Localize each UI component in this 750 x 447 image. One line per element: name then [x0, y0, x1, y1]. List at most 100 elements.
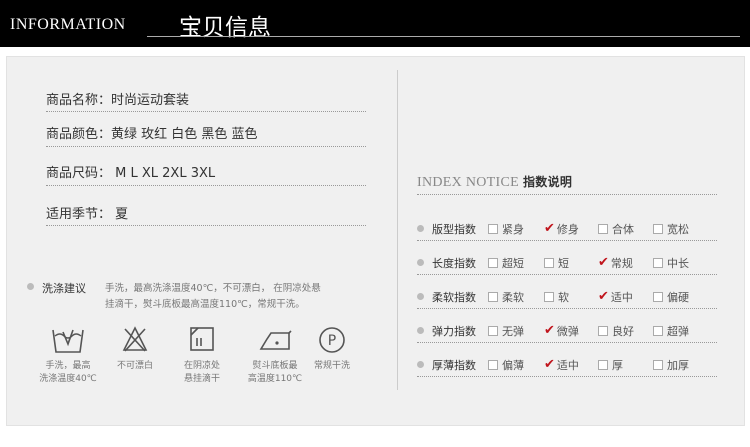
index-option-label: 柔软: [502, 291, 524, 304]
index-option: 中长: [653, 255, 689, 271]
product-color: 商品颜色：黄绿 玫红 白色 黑色 蓝色: [46, 127, 258, 142]
index-option: 宽松: [653, 221, 689, 237]
care-caption-line1: 不可漂白: [116, 361, 153, 371]
product-name: 商品名称：时尚运动套装: [46, 93, 190, 108]
index-notice-title: INDEX NOTICE 指数说明: [417, 173, 572, 191]
bullet-icon: [27, 283, 34, 290]
checkbox-icon: [488, 360, 498, 370]
divider: [417, 308, 717, 309]
index-option: 柔软: [488, 289, 524, 305]
care-caption-line1: 在阴凉处: [183, 361, 220, 371]
care-caption-line1: 常规干洗: [313, 361, 350, 371]
checkbox-icon: [544, 292, 554, 302]
index-option: 软: [544, 289, 569, 305]
iron-icon: [259, 330, 292, 350]
bullet-icon: [417, 259, 424, 266]
index-row-label: 弹力指数: [432, 325, 476, 338]
index-option-label: 合体: [612, 223, 634, 236]
index-option-label: 良好: [612, 325, 634, 338]
index-option-label: 微弹: [556, 325, 579, 338]
index-option: 加厚: [653, 357, 689, 373]
index-option: 良好: [598, 323, 634, 339]
care-caption-line1: 手洗，最高: [45, 361, 91, 371]
divider: [417, 194, 717, 195]
checkmark-icon: ✔: [598, 254, 609, 270]
index-option-label: 短: [558, 257, 569, 270]
index-option: 超短: [488, 255, 524, 271]
index-option: 厚: [598, 357, 623, 373]
checkbox-icon: [488, 326, 498, 336]
index-option-label: 中长: [667, 257, 689, 270]
divider: [46, 111, 366, 112]
product-size: 商品尺码： M L XL 2XL 3XL: [46, 166, 216, 181]
index-option-label: 偏硬: [667, 291, 689, 304]
column-divider: [397, 70, 398, 390]
divider: [417, 274, 717, 275]
index-option: 偏硬: [653, 289, 689, 305]
wash-text-line2: 挂滴干，熨斗底板最高温度110℃，常规干洗。: [105, 299, 305, 310]
index-option-label: 超短: [502, 257, 524, 270]
wash-label: 洗涤建议: [42, 282, 86, 295]
index-option: ✔ 修身: [544, 221, 579, 238]
checkbox-icon: [653, 292, 663, 302]
index-row: 弹力指数 无弹 ✔ 微弹 良好 超弹: [417, 322, 717, 344]
index-option-label: 适中: [610, 291, 633, 304]
care-caption-line2: 高温度110℃: [247, 374, 303, 384]
index-option: 合体: [598, 221, 634, 237]
checkbox-icon: [598, 224, 608, 234]
hand-wash-icon: [52, 329, 84, 353]
checkbox-icon: [488, 224, 498, 234]
checkbox-icon: [598, 326, 608, 336]
index-option: ✔ 常规: [598, 255, 633, 272]
index-option: ✔ 适中: [544, 357, 579, 374]
index-option-label: 修身: [556, 223, 579, 236]
divider: [46, 146, 366, 147]
divider: [417, 240, 717, 241]
index-option: ✔ 微弹: [544, 323, 579, 340]
index-option-label: 加厚: [667, 359, 689, 372]
svg-text:P: P: [328, 333, 336, 349]
index-row-label: 版型指数: [432, 223, 476, 236]
checkbox-icon: [598, 360, 608, 370]
index-row: 版型指数 紧身 ✔ 修身 合体 宽松: [417, 220, 717, 242]
index-option: 无弹: [488, 323, 524, 339]
checkbox-icon: [544, 258, 554, 268]
checkbox-icon: [653, 224, 663, 234]
section-header: INFORMATION 宝贝信息: [0, 0, 750, 47]
checkbox-icon: [488, 292, 498, 302]
divider: [417, 342, 717, 343]
product-season: 适用季节： 夏: [46, 207, 129, 222]
divider: [46, 185, 366, 186]
index-option-label: 宽松: [667, 223, 689, 236]
bullet-icon: [417, 293, 424, 300]
bullet-icon: [417, 361, 424, 368]
care-caption: 常规干洗: [297, 360, 367, 373]
index-row: 厚薄指数 偏薄 ✔ 适中 厚 加厚: [417, 356, 717, 378]
index-option-label: 偏薄: [502, 359, 524, 372]
header-title-en: INFORMATION: [10, 16, 126, 33]
index-option-label: 紧身: [502, 223, 524, 236]
index-option-label: 软: [558, 291, 569, 304]
checkmark-icon: ✔: [598, 288, 609, 304]
no-bleach-icon: [122, 326, 148, 352]
index-option-label: 厚: [612, 359, 623, 372]
index-option-label: 适中: [556, 359, 579, 372]
index-option: 紧身: [488, 221, 524, 237]
index-option-label: 无弹: [502, 325, 524, 338]
care-caption-line2: 洗涤温度40℃: [39, 374, 97, 384]
shade-dry-icon: [190, 327, 214, 351]
divider: [417, 376, 717, 377]
wash-text-line1: 手洗，最高洗涤温度40℃，不可漂白， 在阴凉处悬: [105, 283, 321, 294]
index-option: 短: [544, 255, 569, 271]
index-row-label: 厚薄指数: [432, 359, 476, 372]
index-row-label: 柔软指数: [432, 291, 476, 304]
checkmark-icon: ✔: [544, 220, 555, 236]
index-option-label: 超弹: [667, 325, 689, 338]
care-caption: 不可漂白: [100, 360, 170, 373]
bullet-icon: [417, 327, 424, 334]
index-option-label: 常规: [610, 257, 633, 270]
index-option: ✔ 适中: [598, 289, 633, 306]
bullet-icon: [417, 225, 424, 232]
care-caption: 在阴凉处 悬挂滴干: [167, 360, 237, 386]
divider: [46, 225, 366, 226]
